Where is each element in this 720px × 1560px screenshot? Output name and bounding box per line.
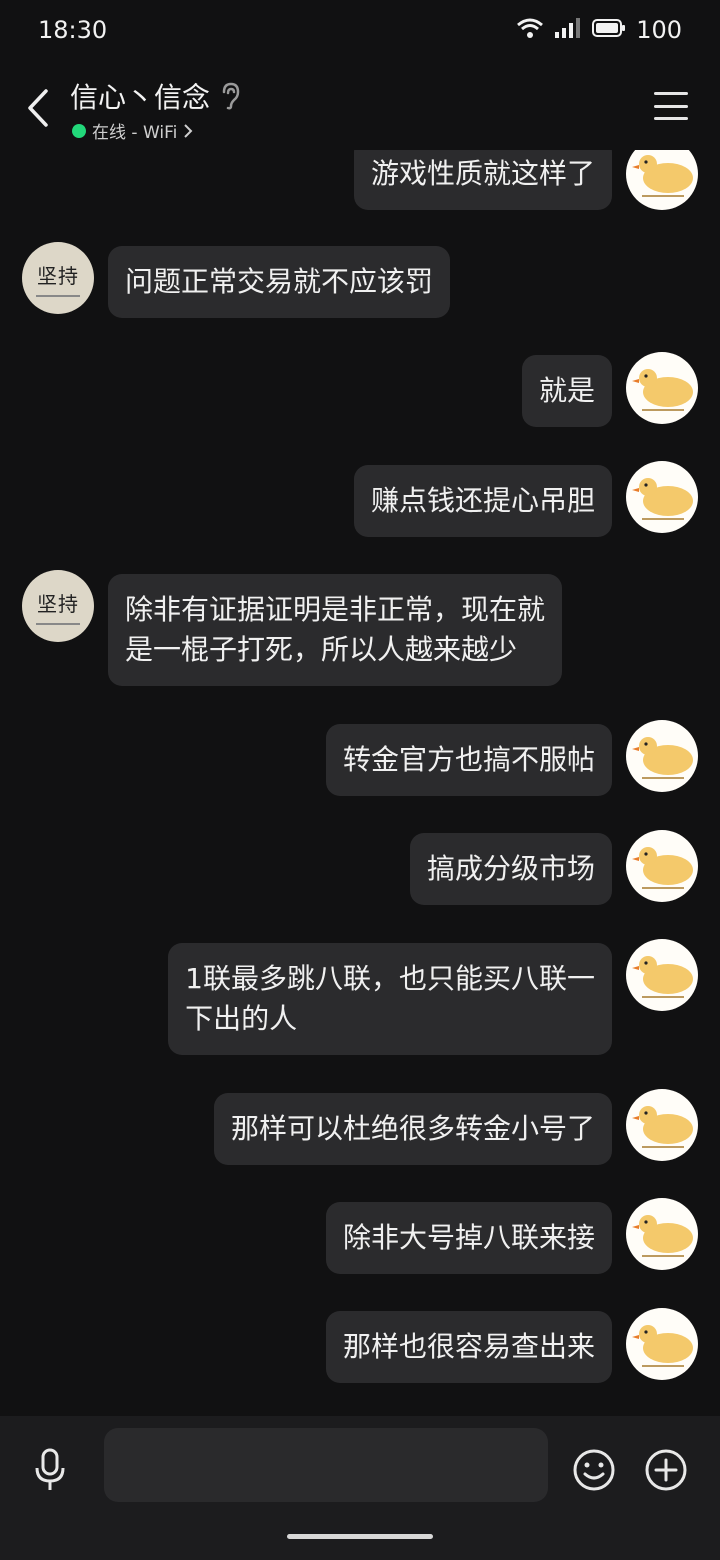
online-dot xyxy=(72,123,86,138)
self-avatar[interactable] xyxy=(626,1308,698,1380)
self-avatar[interactable] xyxy=(626,1089,698,1161)
menu-line xyxy=(654,104,688,108)
duck-sticker-icon xyxy=(632,155,693,197)
ear-icon xyxy=(222,82,240,110)
duck-sticker-icon xyxy=(632,1106,693,1148)
back-button[interactable] xyxy=(18,84,58,132)
menu-button[interactable] xyxy=(654,92,688,120)
battery-level: 100 xyxy=(636,16,682,44)
composer-bar xyxy=(0,1416,720,1560)
duck-sticker-icon xyxy=(632,1215,693,1257)
self-avatar[interactable] xyxy=(626,352,698,424)
self-avatar[interactable] xyxy=(626,830,698,902)
contact-avatar-label: 坚持 xyxy=(37,591,79,616)
chat-header: 信心丶信念 在线 - WiFi xyxy=(0,66,720,150)
chevron-right-icon xyxy=(184,123,193,138)
duck-sticker-icon xyxy=(632,369,693,411)
message-bubble[interactable]: 那样可以杜绝很多转金小号了 xyxy=(213,1093,612,1165)
message-bubble[interactable]: 转金官方也搞不服帖 xyxy=(325,724,612,796)
message-bubble[interactable]: 那样也很容易查出来 xyxy=(325,1311,612,1383)
wifi-icon xyxy=(516,17,544,43)
duck-sticker-icon xyxy=(632,847,693,889)
message-list[interactable]: 游戏性质就这样了 坚持 问题正常交易就不应该罚 就是 赚点钱还提心吊胆 坚持 除… xyxy=(0,150,720,1416)
avatar-decoration xyxy=(36,622,80,625)
duck-sticker-icon xyxy=(632,956,693,998)
avatar-decoration xyxy=(36,294,80,297)
message-bubble[interactable]: 1联最多跳八联，也只能买八联一 下出的人 xyxy=(168,943,612,1055)
duck-sticker-icon xyxy=(632,1325,693,1367)
plus-circle-icon xyxy=(645,1449,687,1491)
microphone-icon xyxy=(35,1448,65,1490)
menu-line xyxy=(654,92,688,95)
battery-icon xyxy=(592,18,626,42)
voice-button[interactable] xyxy=(26,1446,74,1494)
status-time: 18:30 xyxy=(38,16,108,44)
self-avatar[interactable] xyxy=(626,150,698,210)
message-bubble[interactable]: 就是 xyxy=(521,355,612,427)
contact-title[interactable]: 信心丶信念 xyxy=(70,76,240,116)
message-bubble[interactable]: 问题正常交易就不应该罚 xyxy=(108,246,451,318)
contact-avatar[interactable]: 坚持 xyxy=(22,570,94,642)
chevron-left-icon xyxy=(28,89,48,127)
contact-avatar[interactable]: 坚持 xyxy=(22,242,94,314)
status-indicators: 100 xyxy=(516,16,682,44)
self-avatar[interactable] xyxy=(626,720,698,792)
duck-sticker-icon xyxy=(632,737,693,779)
add-button[interactable] xyxy=(642,1446,690,1494)
message-bubble[interactable]: 搞成分级市场 xyxy=(409,833,612,905)
contact-name: 信心丶信念 xyxy=(70,81,211,114)
message-input[interactable] xyxy=(104,1428,548,1502)
status-bar: 18:30 100 xyxy=(0,0,720,60)
online-status-label: 在线 - WiFi xyxy=(92,123,178,143)
self-avatar[interactable] xyxy=(626,939,698,1011)
duck-sticker-icon xyxy=(632,478,693,520)
emoji-button[interactable] xyxy=(570,1446,618,1494)
message-bubble[interactable]: 赚点钱还提心吊胆 xyxy=(353,465,612,537)
smiley-icon xyxy=(573,1449,615,1491)
message-bubble[interactable]: 游戏性质就这样了 xyxy=(353,150,612,210)
message-bubble[interactable]: 除非有证据证明是非正常，现在就 是一棍子打死，所以人越来越少 xyxy=(108,574,563,686)
message-bubble[interactable]: 除非大号掉八联来接 xyxy=(325,1202,612,1274)
signal-icon xyxy=(554,17,582,43)
online-status[interactable]: 在线 - WiFi xyxy=(72,118,193,143)
contact-avatar-label: 坚持 xyxy=(37,263,79,288)
self-avatar[interactable] xyxy=(626,461,698,533)
menu-line xyxy=(654,117,688,120)
self-avatar[interactable] xyxy=(626,1198,698,1270)
home-indicator[interactable] xyxy=(287,1534,433,1539)
